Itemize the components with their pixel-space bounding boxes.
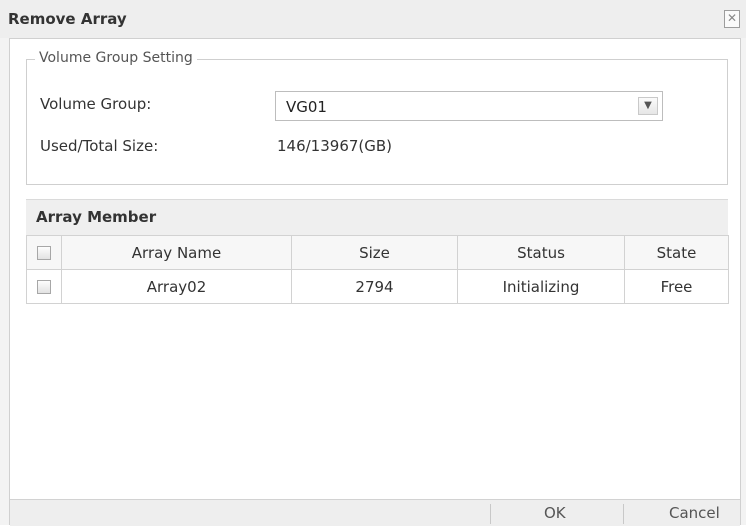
column-header-size[interactable]: Size (291, 235, 458, 270)
title-bar: Remove Array ✕ (0, 0, 746, 38)
column-header-status[interactable]: Status (457, 235, 625, 270)
cell-size: 2794 (291, 269, 458, 304)
row-checkbox-cell (26, 269, 62, 304)
close-icon[interactable]: ✕ (724, 10, 740, 28)
table-row[interactable]: Array02 2794 Initializing Free (26, 269, 729, 304)
dialog-content: Volume Group Setting Volume Group: VG01 … (9, 38, 741, 526)
remove-array-dialog: Remove Array ✕ Volume Group Setting Volu… (0, 0, 746, 526)
table-header-row: Array Name Size Status State (26, 235, 729, 270)
column-header-array-name[interactable]: Array Name (61, 235, 292, 270)
volume-group-label: Volume Group: (40, 95, 152, 113)
cell-state: Free (624, 269, 729, 304)
column-header-state[interactable]: State (624, 235, 729, 270)
dialog-title: Remove Array (8, 10, 127, 28)
cell-status: Initializing (457, 269, 625, 304)
volume-group-setting: Volume Group Setting Volume Group: VG01 … (26, 50, 728, 185)
select-all-checkbox[interactable] (37, 246, 51, 260)
used-total-size-label: Used/Total Size: (40, 137, 159, 155)
array-member-table: Array Name Size Status State Array02 279… (26, 235, 729, 304)
array-member-header: Array Member (26, 199, 728, 236)
row-checkbox[interactable] (37, 280, 51, 294)
cell-array-name: Array02 (61, 269, 292, 304)
volume-group-setting-legend: Volume Group Setting (35, 50, 197, 66)
volume-group-selected-value: VG01 (286, 98, 327, 116)
divider (623, 504, 624, 524)
divider (490, 504, 491, 524)
cancel-button[interactable]: Cancel (669, 504, 720, 522)
array-member-title: Array Member (36, 208, 157, 226)
chevron-down-icon[interactable]: ▼ (638, 97, 658, 115)
dialog-footer: OK Cancel (10, 499, 740, 526)
ok-button[interactable]: OK (544, 504, 566, 522)
used-total-size-value: 146/13967(GB) (277, 137, 393, 155)
select-all-cell (26, 235, 62, 270)
volume-group-select[interactable]: VG01 ▼ (275, 91, 663, 121)
